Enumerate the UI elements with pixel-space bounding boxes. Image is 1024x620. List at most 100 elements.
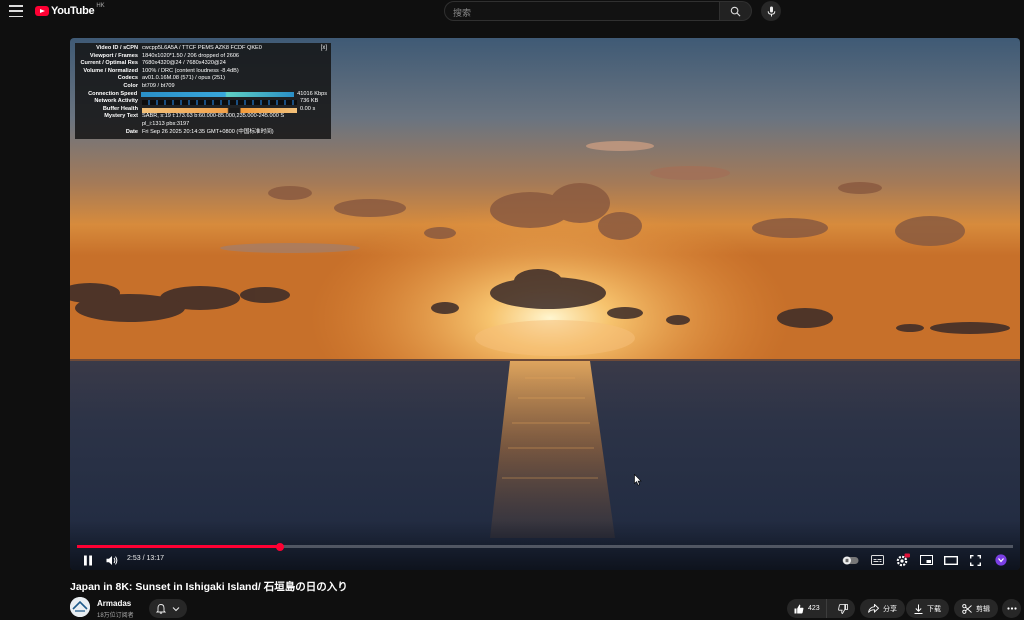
- share-arrow-icon: [868, 604, 879, 613]
- hamburger-menu-icon[interactable]: [9, 5, 23, 17]
- stats-for-nerds-panel: [x] Video ID / sCPN cwcpp5L6A5A / TTCF PE…: [75, 43, 331, 139]
- share-button[interactable]: 分享: [860, 599, 905, 618]
- stats-value: 41016 Kbps: [297, 90, 327, 97]
- youtube-play-icon: [35, 6, 49, 16]
- time-display: 2:53 / 13:17: [127, 555, 164, 562]
- stats-key: Current / Optimal Res: [80, 60, 138, 67]
- fullscreen-icon: [969, 554, 981, 566]
- autoplay-toggle-icon: [842, 556, 858, 564]
- fullscreen-button[interactable]: [968, 553, 982, 567]
- stats-row: Color bt709 / bt709: [79, 83, 327, 91]
- thumbs-up-icon: [794, 604, 804, 613]
- progress-scrubber-handle[interactable]: [276, 542, 285, 551]
- share-label: 分享: [883, 605, 897, 613]
- pause-button[interactable]: [81, 553, 95, 567]
- youtube-watch-page: YouTube HK 搜索 [x] Video ID / sCPN cwcpp5…: [0, 0, 1024, 620]
- more-actions-button[interactable]: [1002, 599, 1021, 618]
- bell-icon: [156, 604, 166, 614]
- stats-value: 1840x1020*1.50 / 206 dropped of 2606: [142, 52, 240, 59]
- extension-shield-icon: [995, 554, 1007, 566]
- mouse-cursor-icon: [634, 474, 642, 486]
- stats-key: Volume / Normalized: [83, 67, 138, 74]
- autoplay-toggle[interactable]: [841, 553, 859, 567]
- pause-icon: [84, 555, 92, 565]
- stats-row: Connection Speed 41016 Kbps: [79, 91, 327, 99]
- mute-button[interactable]: [105, 553, 119, 567]
- logo-text: YouTube: [51, 5, 95, 17]
- extension-button[interactable]: [994, 553, 1008, 567]
- stats-key: Video ID / sCPN: [96, 45, 138, 51]
- miniplayer-icon: [919, 555, 933, 565]
- stats-row: Video ID / sCPN cwcpp5L6A5A / TTCF PEMS A…: [79, 45, 327, 53]
- network-activity-graph: [142, 99, 297, 105]
- stats-value: 7680x4320@24 / 7680x4320@24: [142, 60, 226, 67]
- search-icon: [730, 6, 741, 16]
- stats-value: bt709 / bt709: [142, 82, 175, 89]
- connection-speed-graph: [141, 92, 295, 98]
- like-count: 423: [808, 605, 820, 612]
- download-icon: [914, 604, 923, 614]
- theater-mode-icon: [944, 555, 958, 565]
- stats-key: Viewport / Frames: [89, 52, 138, 59]
- stats-close-button[interactable]: [x]: [321, 45, 327, 53]
- progress-bar[interactable]: [77, 542, 1013, 551]
- more-horizontal-icon: [1006, 607, 1017, 610]
- youtube-logo[interactable]: YouTube HK: [35, 3, 105, 17]
- stats-key: Date: [125, 128, 138, 135]
- download-button[interactable]: 下载: [906, 599, 949, 618]
- like-dislike-group: 423: [787, 599, 855, 618]
- search-button[interactable]: [720, 1, 752, 21]
- stats-value: cwcpp5L6A5A / TTCF PEMS AZK8 FCDF QKE0: [142, 45, 262, 51]
- gear-icon: [896, 553, 910, 567]
- video-title: Japan in 8K: Sunset in Ishigaki Island/ …: [70, 581, 348, 593]
- stats-key: Mystery Text: [104, 113, 138, 120]
- volume-icon: [106, 555, 118, 565]
- stats-row: Buffer Health 0.00 s: [79, 106, 327, 114]
- stats-value: SABR, s:19 t:173.63 b:60.000-85.000,235.…: [142, 113, 285, 120]
- scissors-icon: [962, 603, 972, 614]
- progress-played: [77, 545, 281, 548]
- stats-row: Volume / Normalized 100% / DRC (content l…: [79, 68, 327, 76]
- closed-captions-icon: [870, 555, 884, 565]
- chevron-down-icon: [172, 606, 180, 611]
- miniplayer-button[interactable]: [919, 553, 933, 567]
- download-label: 下载: [927, 605, 941, 613]
- stats-value: Fri Sep 26 2025 20:14:35 GMT+0800 (中国标准时…: [142, 128, 274, 135]
- stats-row: Network Activity 736 KB: [79, 98, 327, 106]
- stats-row: pl_i:1313 pbs:3197: [79, 121, 327, 129]
- stats-value: 736 KB: [300, 98, 319, 105]
- voice-search-button[interactable]: [761, 1, 781, 21]
- stats-key: Network Activity: [94, 98, 138, 105]
- stats-key: Color: [123, 82, 138, 89]
- stats-row: Current / Optimal Res 7680x4320@24 / 7680…: [79, 60, 327, 68]
- theater-mode-button[interactable]: [943, 553, 959, 567]
- stats-value: pl_i:1313 pbs:3197: [142, 120, 190, 127]
- subtitles-button[interactable]: [870, 553, 884, 567]
- channel-name[interactable]: Armadas: [97, 599, 131, 608]
- logo-region-code: HK: [96, 3, 105, 9]
- buffer-health-graph: [142, 107, 297, 113]
- video-player[interactable]: [x] Video ID / sCPN cwcpp5L6A5A / TTCF PE…: [70, 38, 1020, 570]
- masthead: YouTube HK 搜索: [0, 0, 1024, 22]
- search-input[interactable]: 搜索: [444, 1, 720, 21]
- like-button[interactable]: 423: [787, 599, 827, 618]
- stats-value: 100% / DRC (content loudness -8.4dB): [142, 67, 239, 74]
- stats-row: Date Fri Sep 26 2025 20:14:35 GMT+0800 (中…: [79, 129, 327, 137]
- channel-avatar[interactable]: [70, 597, 90, 617]
- clip-label: 剪辑: [976, 605, 990, 613]
- dislike-button[interactable]: [831, 599, 855, 618]
- stats-row: Codecs av01.0.16M.08 (571) / opus (251): [79, 75, 327, 83]
- microphone-icon: [767, 6, 775, 16]
- channel-logo-icon: [70, 597, 90, 617]
- subscriber-count: 18万位订阅者: [97, 613, 134, 619]
- subscribed-notifications-button[interactable]: [149, 599, 187, 618]
- stats-row: Mystery Text SABR, s:19 t:173.63 b:60.000…: [79, 113, 327, 121]
- settings-button[interactable]: [895, 553, 911, 567]
- thumbs-down-icon: [838, 603, 848, 614]
- stats-row: Viewport / Frames 1840x1020*1.50 / 206 dr…: [79, 53, 327, 61]
- stats-value: 0.00 s: [300, 105, 316, 112]
- clip-button[interactable]: 剪辑: [954, 599, 998, 618]
- stats-key: Codecs: [117, 75, 138, 82]
- stats-key: Connection Speed: [88, 90, 138, 97]
- stats-key: [79, 121, 142, 129]
